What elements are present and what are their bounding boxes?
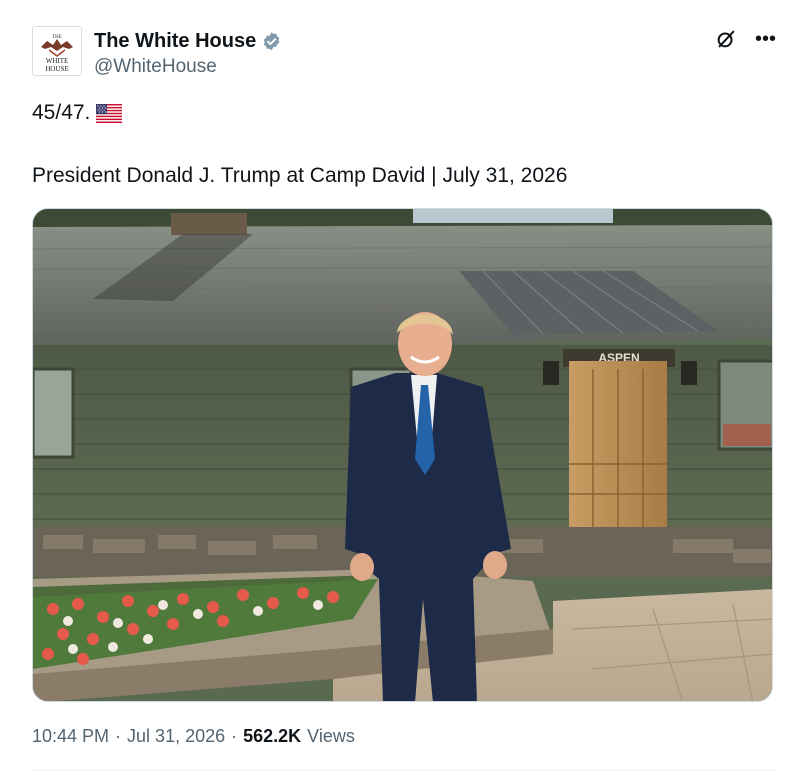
post-image[interactable]: ASPEN bbox=[32, 208, 773, 702]
grok-icon[interactable] bbox=[715, 28, 737, 50]
post: THE WHITE HOUSE The White House @WhiteHo… bbox=[0, 0, 800, 772]
author-handle[interactable]: @WhiteHouse bbox=[94, 56, 282, 78]
camp-david-photo: ASPEN bbox=[33, 209, 772, 701]
views-label: Views bbox=[307, 726, 355, 746]
post-text-line-2: President Donald J. Trump at Camp David … bbox=[32, 164, 568, 187]
top-actions: ••• bbox=[715, 28, 776, 50]
us-flag-icon bbox=[96, 103, 123, 123]
post-text-1: 45/47. bbox=[32, 101, 91, 124]
post-date[interactable]: Jul 31, 2026 bbox=[127, 726, 225, 747]
svg-text:HOUSE: HOUSE bbox=[45, 65, 68, 73]
display-name[interactable]: The White House bbox=[94, 30, 256, 53]
author-names: The White House @WhiteHouse bbox=[94, 28, 282, 78]
post-time[interactable]: 10:44 PM bbox=[32, 726, 109, 747]
post-text-line-1: 45/47. bbox=[32, 101, 123, 125]
more-icon[interactable]: ••• bbox=[755, 29, 776, 49]
avatar[interactable]: THE WHITE HOUSE bbox=[32, 26, 82, 76]
views-count[interactable]: 562.2K bbox=[243, 726, 301, 747]
svg-text:WHITE: WHITE bbox=[46, 57, 69, 65]
svg-text:THE: THE bbox=[52, 35, 62, 40]
post-meta: 10:44 PM · Jul 31, 2026 · 562.2K Views bbox=[32, 726, 355, 747]
white-house-logo: THE WHITE HOUSE bbox=[33, 27, 81, 75]
meta-separator: · bbox=[115, 726, 122, 746]
meta-separator: · bbox=[231, 726, 238, 746]
post-header: THE WHITE HOUSE The White House @WhiteHo… bbox=[32, 26, 776, 82]
display-name-row: The White House bbox=[94, 28, 282, 54]
verified-badge-icon[interactable] bbox=[261, 31, 282, 52]
divider bbox=[32, 770, 776, 771]
